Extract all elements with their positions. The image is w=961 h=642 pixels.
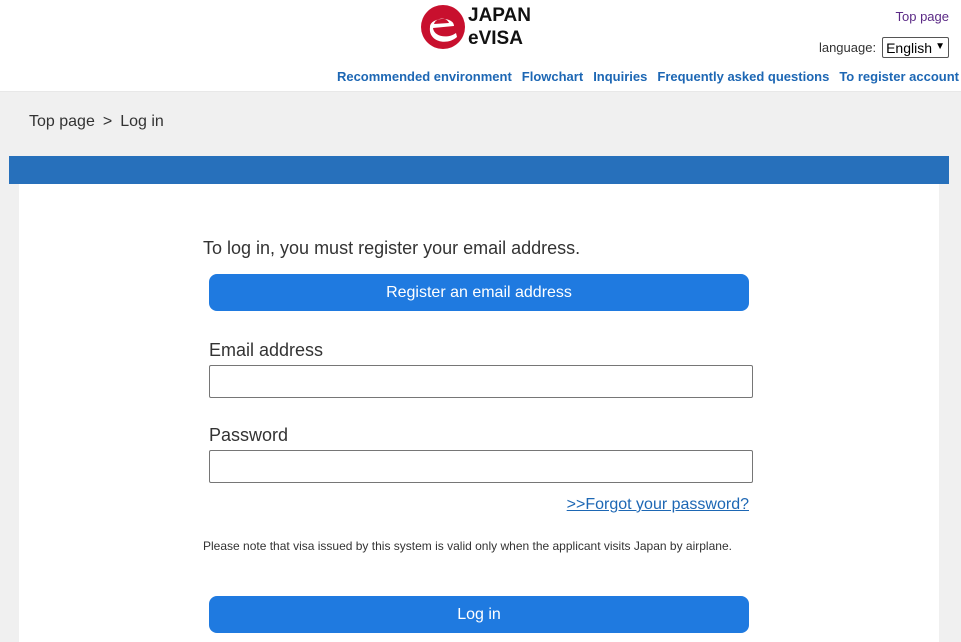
- password-label: Password: [209, 425, 289, 445]
- nav-inquiries[interactable]: Inquiries: [593, 69, 647, 84]
- logo-line-evisa: eVISA: [468, 28, 523, 49]
- nav-flowchart[interactable]: Flowchart: [522, 69, 583, 84]
- language-selected-value: English: [886, 39, 932, 56]
- site-header: JAPAN eVISA Top page language: English ▼…: [0, 0, 961, 92]
- register-email-button[interactable]: Register an email address: [209, 274, 749, 311]
- japan-evisa-logo[interactable]: JAPAN eVISA: [420, 4, 550, 52]
- login-button[interactable]: Log in: [209, 596, 749, 633]
- forgot-password-link[interactable]: >>Forgot your password?: [567, 496, 749, 514]
- top-page-link[interactable]: Top page: [896, 9, 950, 24]
- email-label: Email address: [209, 340, 324, 360]
- chevron-down-icon: ▼: [935, 41, 945, 52]
- title-band: [9, 156, 949, 184]
- nav-register-account[interactable]: To register account: [839, 69, 959, 84]
- airplane-note: Please note that visa issued by this sys…: [203, 539, 732, 553]
- password-field[interactable]: [209, 450, 753, 483]
- breadcrumb-current: Log in: [120, 113, 164, 130]
- nav-faq[interactable]: Frequently asked questions: [657, 69, 829, 84]
- breadcrumb-separator: >: [102, 113, 113, 130]
- login-intro-text: To log in, you must register your email …: [203, 238, 581, 258]
- language-select[interactable]: English ▼: [882, 37, 949, 58]
- header-nav: Recommended environment Flowchart Inquir…: [337, 69, 959, 84]
- nav-recommended-environment[interactable]: Recommended environment: [337, 69, 512, 84]
- logo-text: JAPAN eVISA: [468, 4, 531, 50]
- email-field[interactable]: [209, 365, 753, 398]
- breadcrumb-home[interactable]: Top page: [29, 113, 95, 130]
- language-label: language:: [818, 40, 877, 55]
- language-selector: language: English ▼: [819, 37, 949, 58]
- logo-line-japan: JAPAN: [468, 5, 531, 26]
- evisa-logo-icon: [421, 5, 465, 49]
- breadcrumb: Top page > Log in: [29, 113, 164, 131]
